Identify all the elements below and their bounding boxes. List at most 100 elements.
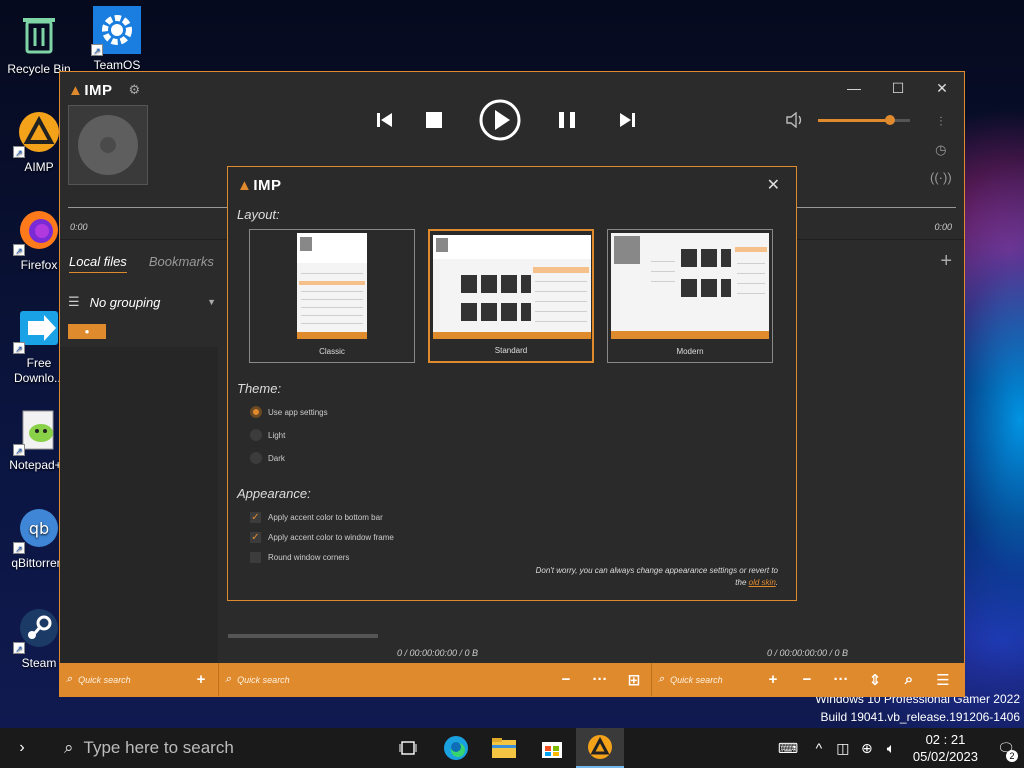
quick-search-middle[interactable]: ⌕ Quick search: [219, 663, 549, 696]
volume-muted-icon[interactable]: 🔈︎: [879, 740, 903, 757]
dialog-close-button[interactable]: ✕: [767, 175, 780, 195]
next-button[interactable]: [602, 112, 652, 128]
preview-thumb: [481, 303, 497, 321]
quick-search-left[interactable]: ⌕ Quick search: [60, 663, 184, 696]
play-button[interactable]: [468, 99, 532, 141]
play-icon: [479, 99, 521, 141]
broadcast-icon[interactable]: ((·)): [930, 164, 952, 192]
start-button[interactable]: ›: [0, 728, 44, 768]
close-button[interactable]: ✕: [920, 76, 964, 100]
layout-classic[interactable]: Classic: [249, 229, 415, 363]
modern-preview: [611, 233, 769, 339]
accent-bottom-bar-checkbox[interactable]: ✓ Apply accent color to bottom bar: [250, 512, 383, 523]
task-view-button[interactable]: [384, 728, 432, 768]
add-button[interactable]: +: [184, 671, 218, 688]
more-button[interactable]: ···: [583, 671, 617, 688]
preview-row: [651, 281, 675, 282]
more-options-button[interactable]: ···: [824, 671, 858, 688]
settings-gear-icon[interactable]: ⚙: [129, 82, 141, 98]
aimp-taskbar-button[interactable]: [576, 728, 624, 768]
volume-slider-fill: [818, 118, 890, 122]
note-line-2: the old skin.: [536, 577, 778, 589]
search-icon: ⌕: [64, 738, 74, 757]
add-playlist-icon[interactable]: +: [940, 250, 952, 273]
theme-label: Dark: [268, 453, 285, 463]
theme-option-app-settings[interactable]: Use app settings: [250, 406, 328, 418]
minimize-button[interactable]: —: [832, 76, 876, 100]
layout-heading: Layout:: [237, 207, 280, 222]
notifications-button[interactable]: 🗨︎ 2: [988, 740, 1024, 762]
edge-icon: [444, 736, 468, 760]
checkmark-icon: ✓: [250, 512, 261, 523]
aimp-logo-icon: ▲: [237, 177, 253, 194]
add-track-button[interactable]: +: [756, 671, 790, 688]
edge-button[interactable]: [432, 728, 480, 768]
preview-highlight: [299, 281, 365, 285]
preview-row: [651, 271, 675, 272]
round-corners-checkbox[interactable]: Round window corners: [250, 552, 349, 563]
taskbar-search[interactable]: ⌕ Type here to search: [44, 728, 344, 768]
pause-button[interactable]: [532, 112, 602, 128]
layout-options: Classic Standard Modern: [249, 229, 773, 363]
shortcut-arrow-icon: ↗: [13, 542, 25, 554]
grid-view-icon[interactable]: ⊞: [617, 671, 651, 689]
aimp-icon: [588, 735, 612, 759]
volume-slider-knob[interactable]: [884, 114, 895, 125]
clock-icon[interactable]: ◷: [935, 136, 946, 164]
speaker-icon[interactable]: [786, 112, 804, 128]
preview-row: [737, 293, 765, 294]
preview-thumb: [461, 303, 477, 321]
maximize-button[interactable]: ☐: [876, 76, 920, 100]
equalizer-icon[interactable]: ⫶: [939, 108, 942, 136]
layout-standard[interactable]: Standard: [428, 229, 594, 363]
preview-row: [301, 273, 363, 274]
theme-option-dark[interactable]: Dark: [250, 452, 285, 464]
previous-button[interactable]: [370, 112, 400, 128]
quick-search-right[interactable]: ⌕ Quick search: [652, 663, 756, 696]
layout-label: Modern: [676, 347, 704, 356]
search-icon: ⌕: [225, 673, 232, 685]
preview-row: [737, 283, 765, 284]
volume-slider[interactable]: [818, 114, 910, 125]
desktop-icon-recycle-bin[interactable]: Recycle Bin: [0, 10, 78, 77]
svg-text:qb: qb: [29, 519, 49, 538]
keyboard-icon[interactable]: ⌨: [769, 740, 807, 757]
preview-row: [301, 299, 363, 300]
playlist-status: 0 / 00:00:00:00 / 0 B: [767, 648, 849, 658]
note-suffix: .: [775, 578, 778, 587]
theme-option-light[interactable]: Light: [250, 429, 285, 441]
taskbar: › ⌕ Type here to search ⌨ ^ ◫ ⊕ 🔈︎ 02 : …: [0, 728, 1024, 768]
tab-bookmarks[interactable]: Bookmarks: [149, 254, 214, 273]
layout-modern[interactable]: Modern: [607, 229, 773, 363]
theme-label: Use app settings: [268, 407, 328, 417]
desktop-icon-teamos[interactable]: ↗ TeamOS: [78, 6, 156, 73]
tab-local-files[interactable]: Local files: [69, 254, 127, 273]
playlist-scrollbar[interactable]: [228, 634, 378, 638]
sort-icon[interactable]: ⇕: [858, 671, 892, 689]
layout-label: Classic: [319, 347, 345, 356]
preview-thumb: [681, 279, 697, 297]
stop-button[interactable]: [400, 112, 468, 128]
side-tools: ⫶ ◷ ((·)): [930, 108, 952, 192]
aimp-logo-text: IMP: [84, 81, 113, 99]
menu-icon: ☰: [68, 294, 80, 309]
grouping-label: No grouping: [89, 294, 161, 310]
clock[interactable]: 02 : 21 05/02/2023: [913, 731, 978, 765]
steam-icon: ↗: [13, 604, 63, 654]
search-button-icon[interactable]: ⌕: [892, 671, 926, 688]
grouping-selector[interactable]: ☰ No grouping ▼: [68, 294, 216, 310]
meet-now-icon[interactable]: ◫: [831, 740, 855, 757]
menu-icon[interactable]: ☰: [926, 671, 960, 689]
preview-cover: [436, 238, 448, 252]
remove-track-button[interactable]: −: [790, 671, 824, 688]
old-skin-link[interactable]: old skin: [749, 578, 776, 587]
accent-window-frame-checkbox[interactable]: ✓ Apply accent color to window frame: [250, 532, 394, 543]
filter-chip[interactable]: ●: [68, 324, 106, 339]
file-explorer-button[interactable]: [480, 728, 528, 768]
pause-icon: [559, 112, 575, 128]
preview-thumb: [721, 249, 731, 267]
network-globe-icon[interactable]: ⊕: [855, 740, 879, 757]
remove-button[interactable]: −: [549, 671, 583, 688]
store-button[interactable]: [528, 728, 576, 768]
chevron-up-icon[interactable]: ^: [807, 740, 831, 756]
